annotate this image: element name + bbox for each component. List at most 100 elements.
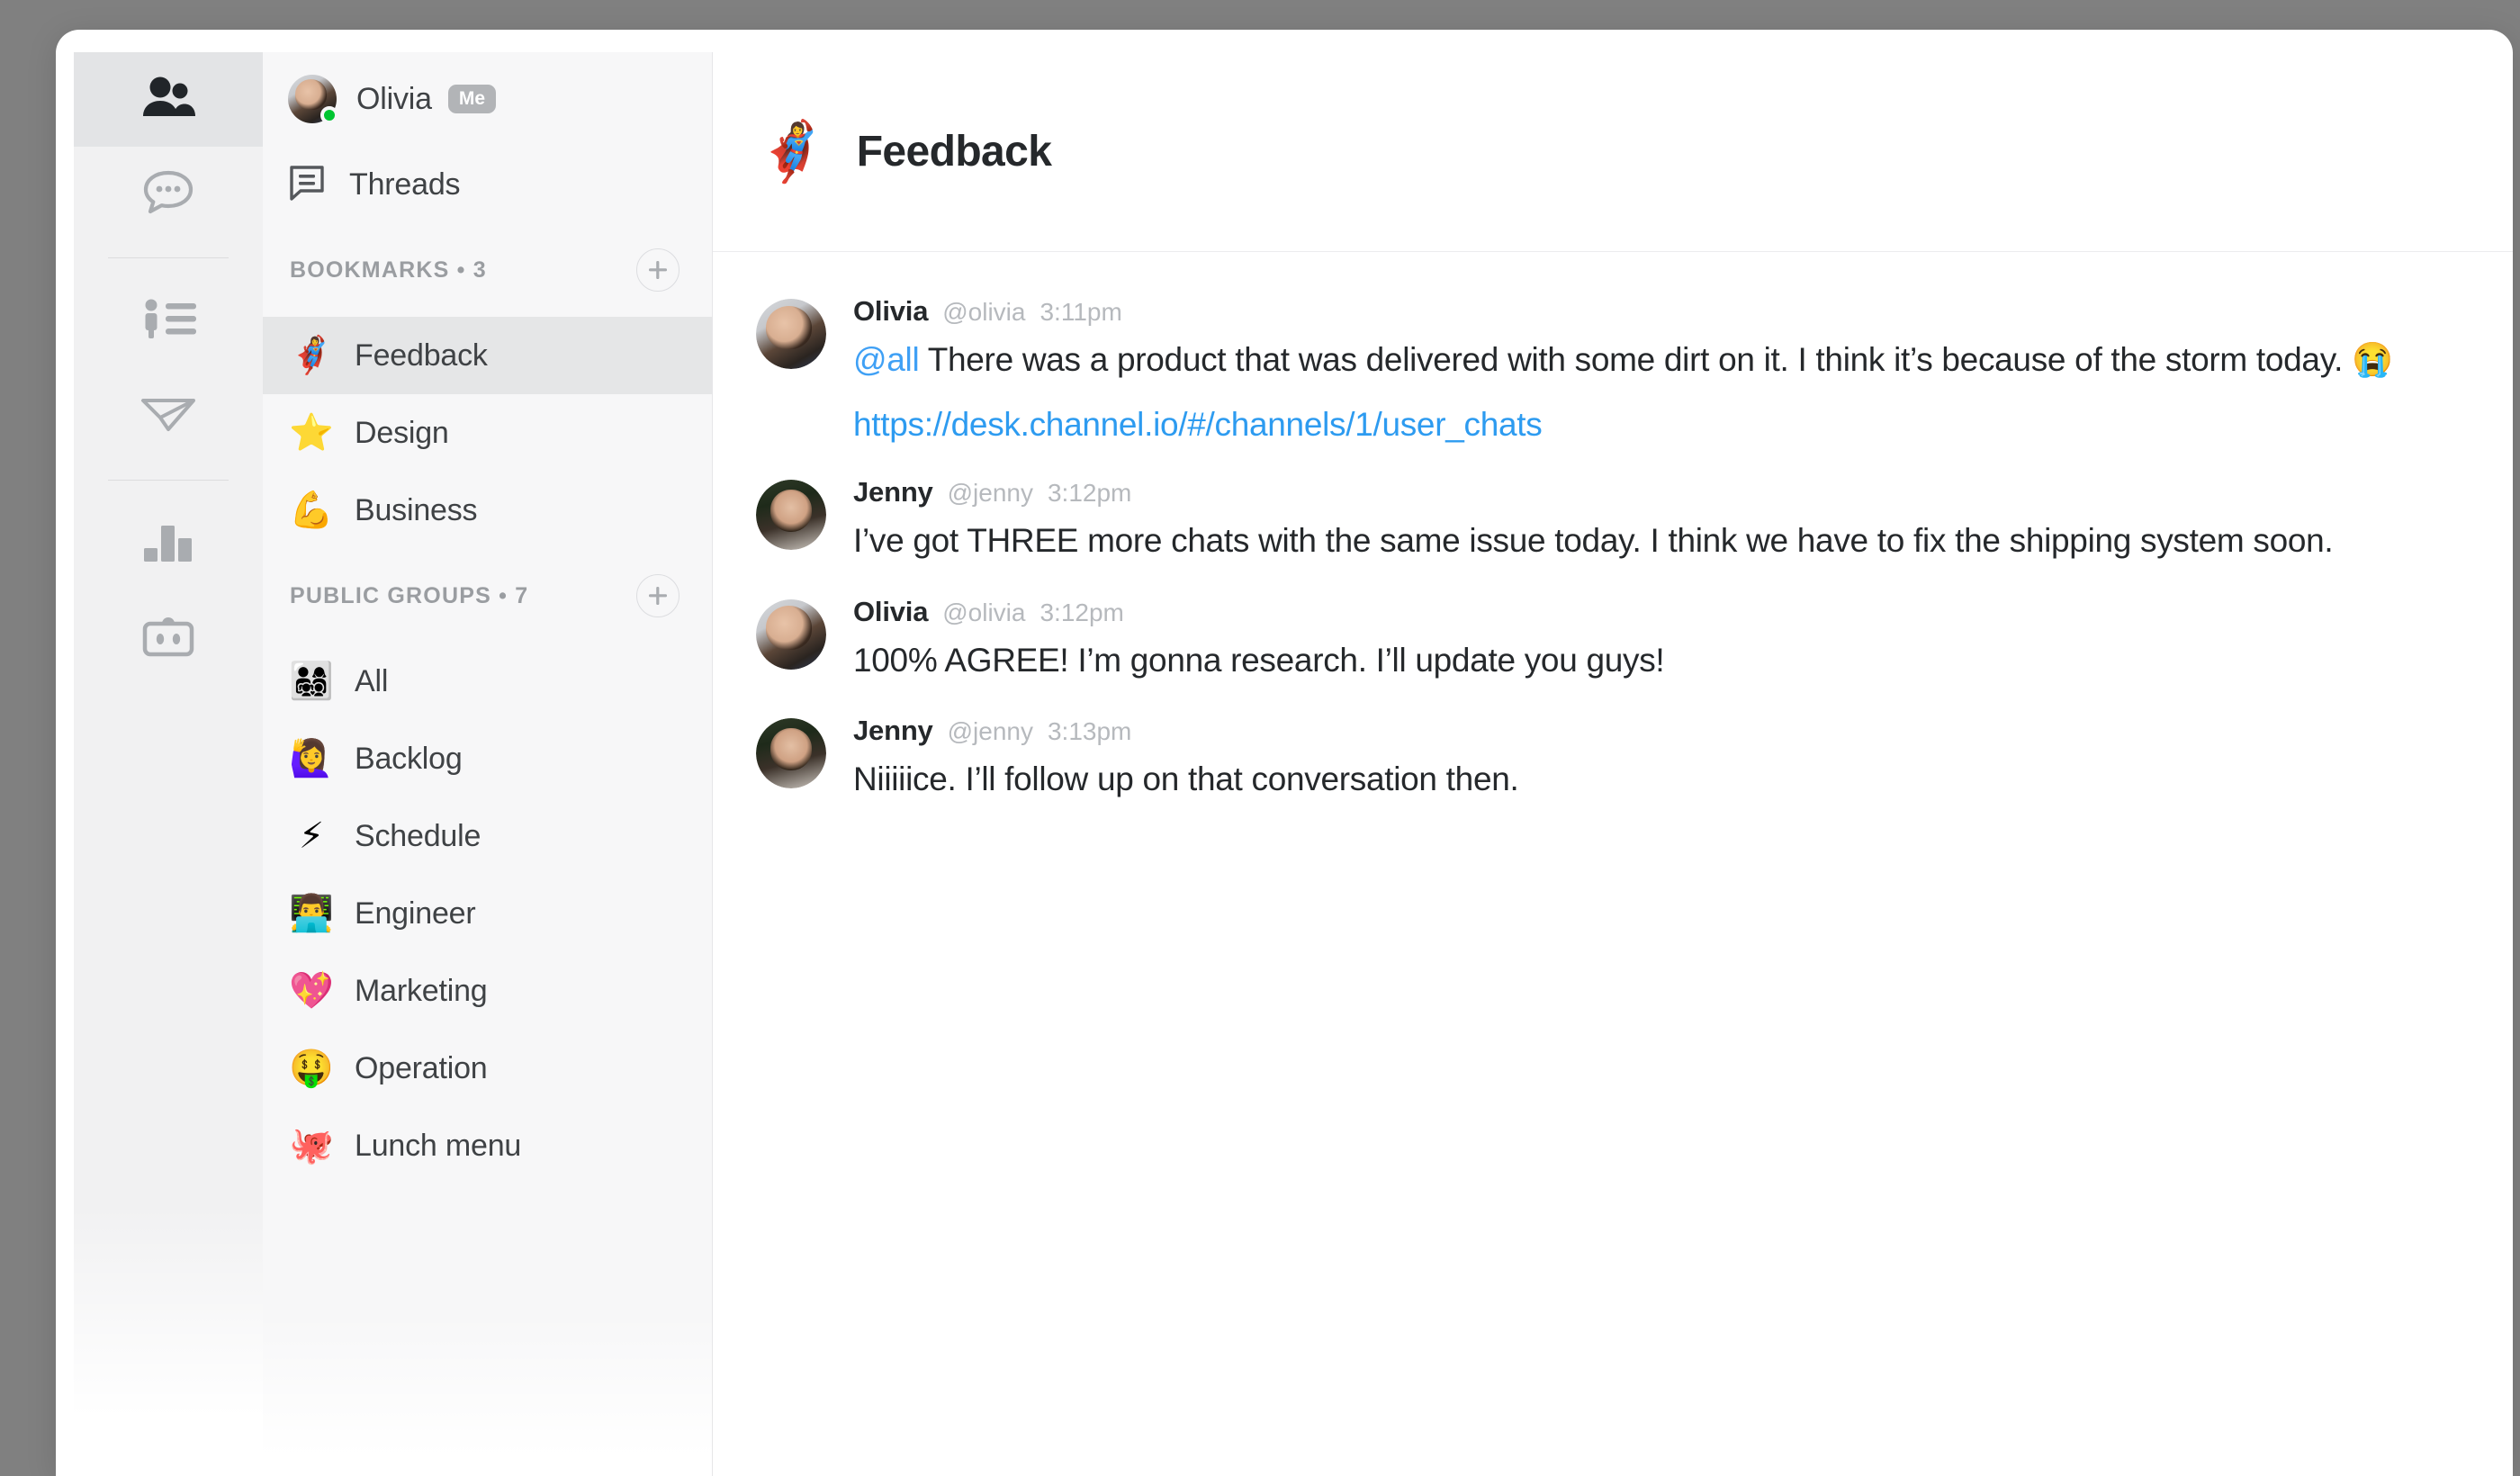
sidebar-item-feedback[interactable]: 🦸‍♀️ Feedback <box>263 317 712 394</box>
bookmarks-section-header: BOOKMARKS • 3 <box>263 223 712 317</box>
avatar <box>756 479 826 550</box>
message-handle: @jenny <box>947 478 1033 507</box>
channel-emoji: 👨‍👩‍👧‍👦 <box>289 661 334 702</box>
message-author: Olivia <box>853 295 929 327</box>
message-meta: Olivia @olivia 3:12pm <box>853 596 2470 628</box>
rail-item-send[interactable] <box>74 369 263 464</box>
channel-emoji: ⚡ <box>298 815 325 857</box>
message-author: Jenny <box>853 715 933 747</box>
rail-item-bot[interactable] <box>74 591 263 686</box>
rail-item-team[interactable] <box>74 52 263 147</box>
me-badge: Me <box>447 85 497 113</box>
add-bookmark-button[interactable] <box>636 248 680 292</box>
message-timestamp: 3:12pm <box>1040 598 1124 626</box>
sidebar-item-marketing[interactable]: 💖 Marketing <box>263 952 712 1030</box>
sidebar-item-threads-label: Threads <box>349 166 461 202</box>
sidebar-item-business[interactable]: 💪 Business <box>263 472 712 549</box>
message-item: Olivia @olivia 3:12pm 100% AGREE! I’m go… <box>756 594 2470 683</box>
sidebar-item-operation[interactable]: 🤑 Operation <box>263 1030 712 1107</box>
channel-emoji: 🙋‍♀️ <box>289 738 334 779</box>
sidebar-item-label: Engineer <box>355 896 476 931</box>
avatar <box>288 75 338 124</box>
message-text: 100% AGREE! I’m gonna research. I’ll upd… <box>853 641 1665 679</box>
avatar <box>756 718 826 789</box>
rail-item-stats[interactable] <box>74 497 263 591</box>
sidebar-item-schedule[interactable]: ⚡ Schedule <box>263 797 712 875</box>
sidebar-item-label: Marketing <box>355 973 488 1008</box>
chat-pane: 🦸‍♀️ Feedback Olivia @olivia 3:11pm @all… <box>713 52 2513 1476</box>
app-window: Olivia Me Threads BOOKMARKS • 3 <box>56 30 2513 1476</box>
message-list: Olivia @olivia 3:11pm @all There was a p… <box>713 252 2513 818</box>
sidebar-item-label: Backlog <box>355 741 463 776</box>
message-author: Olivia <box>853 595 929 627</box>
sidebar-item-label: Business <box>355 492 478 527</box>
message-handle: @olivia <box>942 598 1026 626</box>
message-handle: @jenny <box>947 717 1033 746</box>
rail-item-chats[interactable] <box>74 147 263 241</box>
message-text: I’ve got THREE more chats with the same … <box>853 521 2334 559</box>
message-text: Niiiiice. I’ll follow up on that convers… <box>853 760 1519 798</box>
channel-emoji: 🤑 <box>289 1048 334 1089</box>
sidebar-item-backlog[interactable]: 🙋‍♀️ Backlog <box>263 720 712 797</box>
send-icon <box>140 396 196 436</box>
channel-emoji: 💖 <box>289 970 334 1012</box>
rail-item-directory[interactable] <box>74 274 263 369</box>
message-body: There was a product that was delivered w… <box>919 341 2394 378</box>
threads-icon <box>288 164 326 206</box>
sidebar-item-label: Lunch menu <box>355 1128 522 1163</box>
sidebar-item-engineer[interactable]: 👨‍💻 Engineer <box>263 875 712 952</box>
message-meta: Jenny @jenny 3:12pm <box>853 476 2470 508</box>
avatar <box>756 299 826 369</box>
mention-all[interactable]: @all <box>853 341 920 378</box>
channel-sidebar: Olivia Me Threads BOOKMARKS • 3 <box>263 52 713 1476</box>
sidebar-item-label: Operation <box>355 1050 488 1085</box>
public-groups-list: 👨‍👩‍👧‍👦 All 🙋‍♀️ Backlog ⚡ Schedule 👨‍💻 … <box>263 643 712 1184</box>
message-meta: Jenny @jenny 3:13pm <box>853 715 2470 747</box>
chat-header: 🦸‍♀️ Feedback <box>713 52 2513 252</box>
sidebar-item-all[interactable]: 👨‍👩‍👧‍👦 All <box>263 643 712 720</box>
bookmarks-section-title: BOOKMARKS • 3 <box>290 256 487 283</box>
directory-icon <box>140 299 196 345</box>
team-icon <box>140 76 197 122</box>
sidebar-item-lunch-menu[interactable]: 🐙 Lunch menu <box>263 1107 712 1184</box>
current-user-row[interactable]: Olivia Me <box>263 52 712 146</box>
channel-emoji: 🦸‍♀️ <box>289 335 334 376</box>
bot-icon <box>140 613 196 664</box>
chat-icon <box>141 168 195 220</box>
sidebar-item-threads[interactable]: Threads <box>263 146 712 223</box>
message-item: Jenny @jenny 3:12pm I’ve got THREE more … <box>756 474 2470 563</box>
stats-icon <box>140 520 196 568</box>
channel-emoji: 💪 <box>289 490 334 531</box>
page-title: Feedback <box>856 128 1052 176</box>
message-timestamp: 3:11pm <box>1040 298 1122 326</box>
message-author: Jenny <box>853 475 933 508</box>
primary-icon-rail <box>74 52 263 1476</box>
sidebar-item-label: All <box>355 663 389 698</box>
message-timestamp: 3:13pm <box>1047 717 1132 746</box>
public-groups-section-title: PUBLIC GROUPS • 7 <box>290 582 529 608</box>
message-timestamp: 3:12pm <box>1047 478 1132 507</box>
sidebar-item-design[interactable]: ⭐ Design <box>263 394 712 472</box>
avatar <box>756 598 826 670</box>
public-groups-section-header: PUBLIC GROUPS • 7 <box>263 549 712 643</box>
channel-emoji: ⭐ <box>289 412 334 454</box>
online-status-dot <box>320 106 338 124</box>
message-text: @all There was a product that was delive… <box>853 338 2470 382</box>
channel-emoji: 🐙 <box>289 1125 334 1166</box>
message-link[interactable]: https://desk.channel.io/#/channels/1/use… <box>853 406 2470 444</box>
sidebar-item-label: Feedback <box>355 338 488 373</box>
rail-divider <box>108 257 229 258</box>
rail-divider <box>108 480 229 481</box>
sidebar-item-label: Design <box>355 415 449 450</box>
message-meta: Olivia @olivia 3:11pm <box>853 295 2470 328</box>
app-body: Olivia Me Threads BOOKMARKS • 3 <box>74 52 2513 1476</box>
bookmarks-list: 🦸‍♀️ Feedback ⭐ Design 💪 Business <box>263 317 712 549</box>
channel-emoji: 🦸‍♀️ <box>756 118 828 185</box>
add-public-group-button[interactable] <box>636 574 680 617</box>
channel-emoji: 👨‍💻 <box>289 893 334 934</box>
message-handle: @olivia <box>942 298 1026 326</box>
message-item: Olivia @olivia 3:11pm @all There was a p… <box>756 293 2470 444</box>
current-user-name: Olivia <box>356 81 432 116</box>
sidebar-item-label: Schedule <box>355 818 482 853</box>
message-item: Jenny @jenny 3:13pm Niiiiice. I’ll follo… <box>756 713 2470 802</box>
